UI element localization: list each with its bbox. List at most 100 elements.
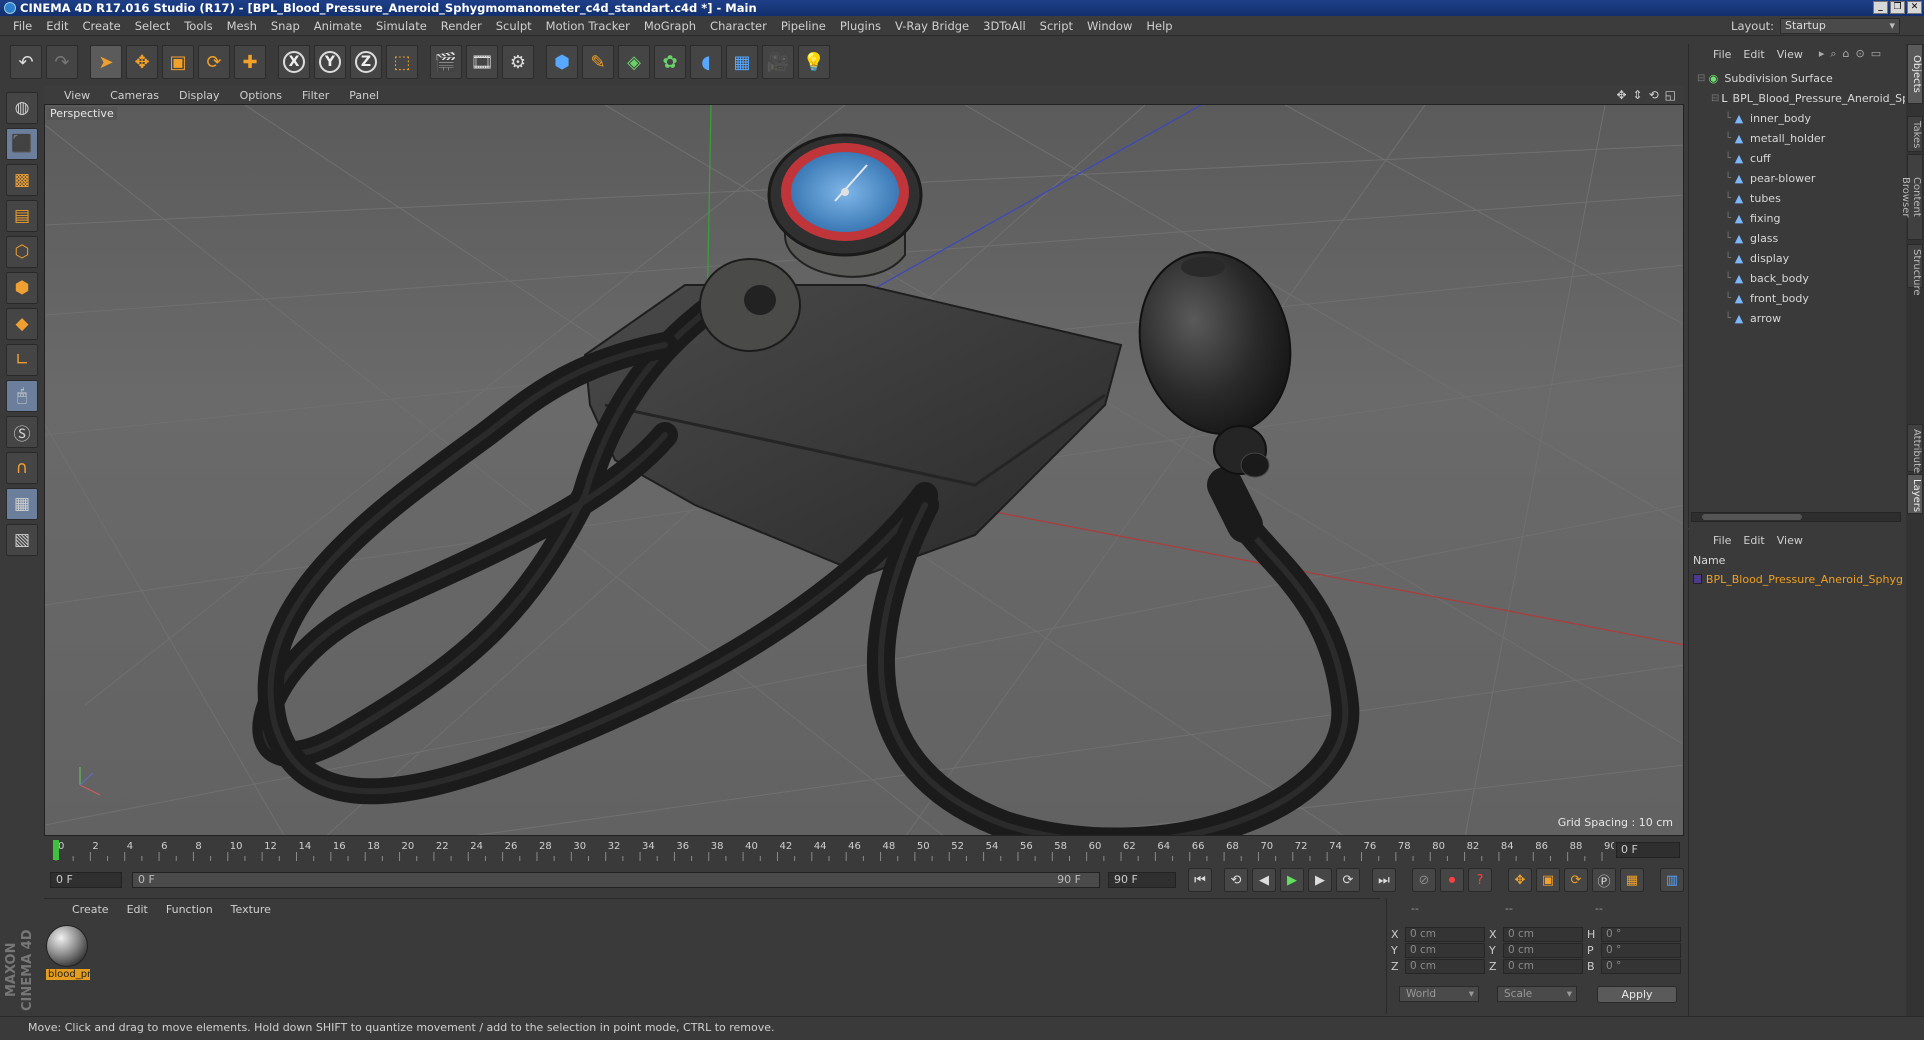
menu-3dtoall[interactable]: 3DToAll bbox=[976, 19, 1033, 33]
viewport-menu-cameras[interactable]: Cameras bbox=[102, 89, 171, 102]
material-menu-create[interactable]: Create bbox=[64, 903, 119, 916]
next-key-icon[interactable]: ⟳ bbox=[1336, 868, 1360, 892]
orbit-icon[interactable]: ⟲ bbox=[1649, 88, 1659, 102]
timeline-window-icon[interactable]: ▥ bbox=[1660, 868, 1684, 892]
layer-menu-view[interactable]: View bbox=[1773, 534, 1811, 547]
home-icon[interactable]: ⌂ bbox=[1843, 47, 1850, 61]
polygons-mode-icon[interactable]: ◆ bbox=[6, 308, 38, 340]
menu-mesh[interactable]: Mesh bbox=[220, 19, 264, 33]
menu-tools[interactable]: Tools bbox=[177, 19, 219, 33]
start-frame-field[interactable]: 0 F bbox=[50, 872, 122, 888]
material-menu-function[interactable]: Function bbox=[158, 903, 223, 916]
pen-icon[interactable]: ✎ bbox=[582, 45, 614, 79]
coordinate-value-field[interactable]: 0 cm bbox=[1405, 942, 1485, 958]
menu-pipeline[interactable]: Pipeline bbox=[774, 19, 833, 33]
viewport-menu-panel[interactable]: Panel bbox=[341, 89, 391, 102]
apply-button[interactable]: Apply bbox=[1597, 986, 1677, 1003]
object-row[interactable]: └ ▲ fixing bbox=[1689, 208, 1905, 228]
render-view-icon[interactable]: 🎬 bbox=[430, 45, 462, 79]
cube-icon[interactable]: ⬢ bbox=[546, 45, 578, 79]
scale-mode-select[interactable]: Scale bbox=[1497, 986, 1577, 1002]
layer-menu-file[interactable]: File bbox=[1709, 534, 1739, 547]
dock-tab-objects[interactable]: Objects bbox=[1907, 44, 1923, 104]
maximize-button[interactable]: ❐ bbox=[1890, 1, 1905, 14]
dock-tab-structure[interactable]: Structure bbox=[1907, 244, 1923, 296]
menu-file[interactable]: File bbox=[6, 19, 39, 33]
menu-character[interactable]: Character bbox=[703, 19, 774, 33]
dock-tab-takes[interactable]: Takes bbox=[1907, 116, 1923, 152]
minimize-button[interactable]: _ bbox=[1873, 1, 1888, 14]
texture-mode-icon[interactable]: ▩ bbox=[6, 164, 38, 196]
magnet-icon[interactable]: ∩ bbox=[6, 452, 38, 484]
autokey-icon[interactable]: ⏺ bbox=[1440, 868, 1464, 892]
workplane-icon[interactable]: ▤ bbox=[6, 200, 38, 232]
points-mode-icon[interactable]: ⬡ bbox=[6, 236, 38, 268]
menu-window[interactable]: Window bbox=[1080, 19, 1139, 33]
coordinate-value-field[interactable]: 0 cm bbox=[1503, 958, 1583, 974]
coordinate-value-field[interactable]: 0 ° bbox=[1601, 926, 1681, 942]
camera-icon[interactable]: 🎥 bbox=[762, 45, 794, 79]
object-row[interactable]: ⊟ L BPL_Blood_Pressure_Aneroid_Sphy bbox=[1689, 88, 1905, 108]
obj-menu-edit[interactable]: Edit bbox=[1739, 48, 1772, 61]
menu-select[interactable]: Select bbox=[128, 19, 177, 33]
current-frame-field[interactable]: 0 F bbox=[1616, 842, 1680, 858]
select-arrow-icon[interactable]: ➤ bbox=[90, 45, 122, 79]
playhead-marker[interactable] bbox=[53, 840, 59, 860]
object-row[interactable]: └ ▲ front_body bbox=[1689, 288, 1905, 308]
previous-frame-icon[interactable]: ◀ bbox=[1252, 868, 1276, 892]
zoom-icon[interactable]: ⇕ bbox=[1633, 88, 1643, 102]
undo-icon[interactable]: ↶ bbox=[10, 45, 42, 79]
menu-mograph[interactable]: MoGraph bbox=[637, 19, 703, 33]
object-row[interactable]: └ ▲ back_body bbox=[1689, 268, 1905, 288]
obj-menu-file[interactable]: File bbox=[1709, 48, 1739, 61]
next-frame-icon[interactable]: ▶ bbox=[1308, 868, 1332, 892]
menu-simulate[interactable]: Simulate bbox=[369, 19, 434, 33]
render-settings-icon[interactable]: ⚙ bbox=[502, 45, 534, 79]
timeline-ruler[interactable]: 0 2 4 6 8 10 12 14 16 18 20 22 24 26 28 30 32 34 36 38 40 42 4… bbox=[44, 838, 1684, 862]
new-window-icon[interactable]: ▭ bbox=[1871, 47, 1881, 61]
move-icon[interactable]: ✥ bbox=[126, 45, 158, 79]
object-row[interactable]: └ ▲ arrow bbox=[1689, 308, 1905, 328]
object-row[interactable]: └ ▲ glass bbox=[1689, 228, 1905, 248]
key-position-icon[interactable]: ✥ bbox=[1508, 868, 1532, 892]
dock-tab-attributes[interactable]: Attributes bbox=[1907, 424, 1923, 478]
menu-render[interactable]: Render bbox=[434, 19, 489, 33]
snapping-icon[interactable]: Ⓢ bbox=[6, 416, 38, 448]
coordinate-value-field[interactable]: 0 ° bbox=[1601, 958, 1681, 974]
material-menu-texture[interactable]: Texture bbox=[223, 903, 281, 916]
menu-help[interactable]: Help bbox=[1139, 19, 1179, 33]
object-row[interactable]: ⊟ ◉ Subdivision Surface bbox=[1689, 68, 1905, 88]
coordinate-value-field[interactable]: 0 cm bbox=[1405, 958, 1485, 974]
menu-sculpt[interactable]: Sculpt bbox=[489, 19, 539, 33]
axis-mode-icon[interactable]: ∟ bbox=[6, 344, 38, 376]
layer-menu-edit[interactable]: Edit bbox=[1739, 534, 1772, 547]
dock-tab-layers[interactable]: Layers bbox=[1907, 474, 1923, 514]
dock-tab-content-browser[interactable]: Content Browser bbox=[1900, 154, 1923, 240]
menu-animate[interactable]: Animate bbox=[307, 19, 369, 33]
menu-snap[interactable]: Snap bbox=[264, 19, 307, 33]
expand-arrow-icon[interactable]: ▸ bbox=[1819, 47, 1825, 61]
coordinate-value-field[interactable]: 0 cm bbox=[1405, 926, 1485, 942]
object-row[interactable]: └ ▲ pear-blower bbox=[1689, 168, 1905, 188]
collapse-icon[interactable]: ⊟ bbox=[1697, 73, 1705, 84]
subdivision-icon[interactable]: ◈ bbox=[618, 45, 650, 79]
material-menu-edit[interactable]: Edit bbox=[119, 903, 158, 916]
viewport-menu-options[interactable]: Options bbox=[232, 89, 294, 102]
go-to-end-icon[interactable]: ⏭ bbox=[1372, 868, 1396, 892]
light-icon[interactable]: 💡 bbox=[798, 45, 830, 79]
object-row[interactable]: └ ▲ display bbox=[1689, 248, 1905, 268]
maximize-view-icon[interactable]: ◱ bbox=[1665, 88, 1676, 102]
z-axis-icon[interactable]: Z bbox=[350, 45, 382, 79]
object-row[interactable]: └ ▲ cuff bbox=[1689, 148, 1905, 168]
key-parameter-icon[interactable]: Ⓟ bbox=[1592, 868, 1616, 892]
rotate-icon[interactable]: ⟳ bbox=[198, 45, 230, 79]
coordinate-value-field[interactable]: 0 cm bbox=[1503, 942, 1583, 958]
range-slider[interactable]: 0 F 90 F bbox=[132, 872, 1100, 888]
y-axis-icon[interactable]: Y bbox=[314, 45, 346, 79]
tweak-mode-icon[interactable]: 🖱 bbox=[6, 380, 38, 412]
menu-motion-tracker[interactable]: Motion Tracker bbox=[539, 19, 637, 33]
previous-key-icon[interactable]: ⟲ bbox=[1224, 868, 1248, 892]
viewport-menu-view[interactable]: View bbox=[56, 89, 102, 102]
edges-mode-icon[interactable]: ⬢ bbox=[6, 272, 38, 304]
deformer-icon[interactable]: ◖ bbox=[690, 45, 722, 79]
